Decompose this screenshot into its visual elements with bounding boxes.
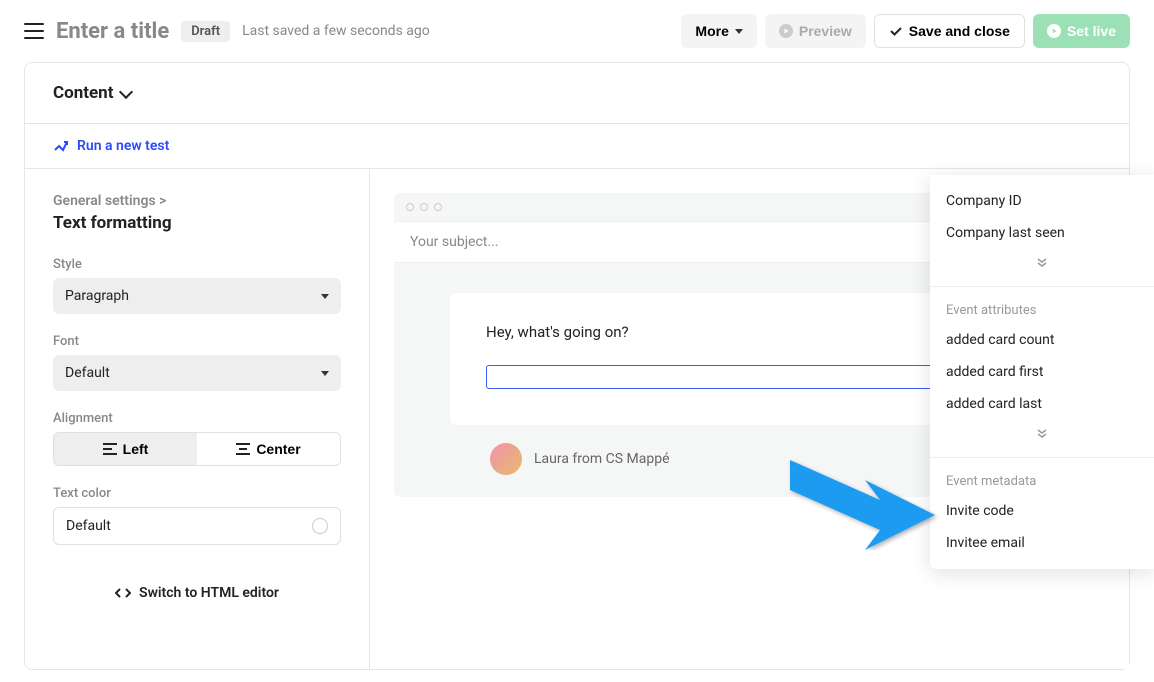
- align-left-icon: [103, 443, 117, 455]
- event-metadata-label: Event metadata: [930, 468, 1154, 495]
- set-live-label: Set live: [1067, 23, 1116, 39]
- font-label: Font: [53, 334, 341, 349]
- topbar: Enter a title Draft Last saved a few sec…: [0, 0, 1154, 62]
- dd-item-added-card-first[interactable]: added card first: [930, 356, 1154, 388]
- style-select[interactable]: Paragraph: [53, 278, 341, 314]
- dd-item-added-card-count[interactable]: added card count: [930, 324, 1154, 356]
- topbar-actions: More Preview Save and close Set live: [681, 14, 1130, 48]
- text-color-value: Default: [66, 518, 111, 534]
- set-live-button[interactable]: Set live: [1033, 14, 1130, 48]
- content-title: Content: [53, 83, 113, 103]
- settings-sidebar: General settings > Text formatting Style…: [25, 169, 370, 669]
- style-label: Style: [53, 257, 341, 272]
- content-header[interactable]: Content: [25, 63, 1129, 124]
- dd-item-company-id[interactable]: Company ID: [930, 185, 1154, 217]
- code-icon: [115, 587, 131, 599]
- menu-icon[interactable]: [24, 23, 44, 39]
- event-metadata-section: Event metadata Invite code Invitee email: [930, 458, 1154, 569]
- avatar: [490, 443, 522, 475]
- save-status: Last saved a few seconds ago: [242, 23, 430, 39]
- save-close-button[interactable]: Save and close: [874, 14, 1025, 48]
- text-color-select[interactable]: Default: [53, 507, 341, 545]
- align-center-icon: [236, 443, 250, 455]
- style-field: Style Paragraph: [53, 257, 341, 314]
- expand-icon[interactable]: [930, 249, 1154, 276]
- dd-item-added-card-last[interactable]: added card last: [930, 388, 1154, 420]
- more-label: More: [695, 23, 728, 39]
- align-center-button[interactable]: Center: [197, 433, 340, 465]
- sender-name: Laura from CS Mappé: [534, 451, 670, 467]
- switch-html-label: Switch to HTML editor: [139, 585, 279, 601]
- preview-button[interactable]: Preview: [765, 14, 866, 48]
- alignment-field: Alignment Left Center: [53, 411, 341, 466]
- more-button[interactable]: More: [681, 14, 756, 48]
- play-icon: [1047, 24, 1061, 38]
- font-field: Font Default: [53, 334, 341, 391]
- expand-icon[interactable]: [930, 420, 1154, 447]
- draft-badge: Draft: [181, 21, 230, 42]
- text-color-label: Text color: [53, 486, 341, 501]
- align-left-button[interactable]: Left: [54, 433, 197, 465]
- color-swatch-icon: [312, 518, 328, 534]
- run-test-label: Run a new test: [77, 138, 169, 154]
- switch-html-button[interactable]: Switch to HTML editor: [53, 585, 341, 601]
- attribute-dropdown: Company ID Company last seen Event attri…: [930, 175, 1154, 569]
- check-icon: [889, 24, 903, 38]
- caret-down-icon: [735, 29, 743, 34]
- caret-down-icon: [321, 294, 329, 299]
- dd-item-invite-code[interactable]: Invite code: [930, 495, 1154, 527]
- chevron-down-icon: [119, 84, 133, 98]
- caret-down-icon: [321, 371, 329, 376]
- section-title: Text formatting: [53, 213, 341, 233]
- save-close-label: Save and close: [909, 23, 1010, 39]
- alignment-segment: Left Center: [53, 432, 341, 466]
- text-color-field: Text color Default: [53, 486, 341, 545]
- event-attributes-section: Event attributes added card count added …: [930, 287, 1154, 458]
- play-icon: [779, 24, 793, 38]
- style-value: Paragraph: [65, 288, 129, 304]
- breadcrumb[interactable]: General settings >: [53, 193, 341, 209]
- alignment-label: Alignment: [53, 411, 341, 426]
- event-attributes-label: Event attributes: [930, 297, 1154, 324]
- run-test-link[interactable]: Run a new test: [25, 124, 1129, 169]
- dd-item-invitee-email[interactable]: Invitee email: [930, 527, 1154, 559]
- test-icon: [53, 138, 69, 154]
- align-left-label: Left: [123, 441, 149, 457]
- dd-item-company-last-seen[interactable]: Company last seen: [930, 217, 1154, 249]
- font-value: Default: [65, 365, 110, 381]
- align-center-label: Center: [256, 441, 300, 457]
- page-title[interactable]: Enter a title: [56, 19, 169, 44]
- company-section: Company ID Company last seen: [930, 175, 1154, 287]
- preview-label: Preview: [799, 23, 852, 39]
- font-select[interactable]: Default: [53, 355, 341, 391]
